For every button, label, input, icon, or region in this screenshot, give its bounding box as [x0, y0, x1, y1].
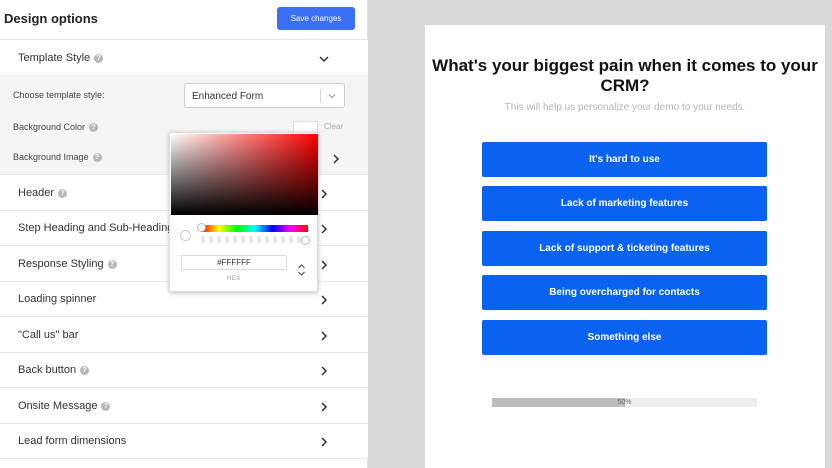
- chevron-right-icon[interactable]: [318, 294, 330, 306]
- saturation-area[interactable]: [171, 134, 318, 215]
- form-preview-card: What's your biggest pain when it comes t…: [425, 25, 825, 468]
- section-onsite-message[interactable]: Onsite Message?: [0, 388, 368, 424]
- help-icon[interactable]: ?: [107, 260, 117, 269]
- answer-option-button[interactable]: It's hard to use: [482, 142, 767, 177]
- design-options-panel: Design options Save changes Template Sty…: [0, 0, 368, 468]
- chevron-right-icon[interactable]: [318, 436, 330, 448]
- section-label: Header?: [18, 187, 68, 199]
- question-heading: What's your biggest pain when it comes t…: [432, 56, 818, 95]
- help-icon[interactable]: ?: [92, 153, 102, 162]
- chevron-right-icon[interactable]: [318, 223, 330, 235]
- hue-slider-handle[interactable]: [197, 223, 206, 232]
- section-template-style[interactable]: Template Style?: [0, 40, 368, 76]
- choose-template-label: Choose template style:: [13, 90, 105, 100]
- section-label: Step Heading and Sub-Heading: [18, 222, 174, 234]
- background-color-label: Background Color?: [13, 122, 99, 132]
- alpha-slider-handle[interactable]: [301, 236, 310, 245]
- hex-label: HEX: [227, 276, 241, 282]
- question-subheading: This will help us personalize your demo …: [504, 102, 746, 113]
- template-style-select[interactable]: Enhanced Form: [184, 83, 345, 108]
- chevron-down-icon: [328, 94, 336, 99]
- save-changes-button[interactable]: Save changes: [277, 7, 355, 30]
- section-label: Back button?: [18, 364, 90, 376]
- section-label: Onsite Message?: [18, 400, 111, 412]
- help-icon[interactable]: ?: [89, 123, 99, 132]
- section-call-us-bar[interactable]: "Call us" bar: [0, 317, 368, 353]
- panel-header: Design options Save changes: [0, 0, 368, 40]
- panel-title: Design options: [4, 11, 98, 26]
- help-icon[interactable]: ?: [58, 189, 68, 198]
- chevron-right-icon[interactable]: [318, 330, 330, 342]
- answer-option-button[interactable]: Lack of marketing features: [482, 186, 767, 221]
- color-picker-popup: HEX: [169, 132, 318, 292]
- chevron-right-icon[interactable]: [318, 365, 330, 377]
- progress-bar: 50%: [492, 398, 757, 407]
- section-lead-form-dimensions[interactable]: Lead form dimensions: [0, 424, 368, 459]
- answer-option-button[interactable]: Lack of support & ticketing features: [482, 231, 767, 266]
- alpha-slider[interactable]: [201, 236, 308, 243]
- section-label: Response Styling?: [18, 258, 117, 270]
- answer-option-button[interactable]: Something else: [482, 320, 767, 355]
- help-icon[interactable]: ?: [80, 366, 90, 375]
- clear-color-link[interactable]: Clear: [324, 122, 343, 131]
- section-label: Lead form dimensions: [18, 435, 127, 447]
- answer-option-button[interactable]: Being overcharged for contacts: [482, 275, 767, 310]
- chevron-down-icon[interactable]: [318, 53, 330, 65]
- section-label: "Call us" bar: [18, 329, 79, 341]
- section-label: Loading spinner: [18, 293, 97, 305]
- hex-input[interactable]: [181, 255, 287, 270]
- select-divider: [320, 89, 321, 103]
- chevron-right-icon[interactable]: [318, 188, 330, 200]
- progress-label: 50%: [617, 399, 632, 406]
- color-preview: [180, 230, 191, 241]
- chevron-right-icon[interactable]: [330, 153, 342, 165]
- help-icon[interactable]: ?: [101, 402, 111, 411]
- chevron-right-icon[interactable]: [318, 401, 330, 413]
- chevron-right-icon[interactable]: [318, 259, 330, 271]
- template-style-value: Enhanced Form: [192, 91, 264, 102]
- section-back-button[interactable]: Back button?: [0, 353, 368, 388]
- section-label: Template Style?: [18, 52, 104, 64]
- help-icon[interactable]: ?: [94, 54, 104, 63]
- hue-slider[interactable]: [201, 225, 308, 232]
- background-image-label: Background Image?: [13, 152, 102, 162]
- format-toggle-icon[interactable]: [297, 263, 306, 277]
